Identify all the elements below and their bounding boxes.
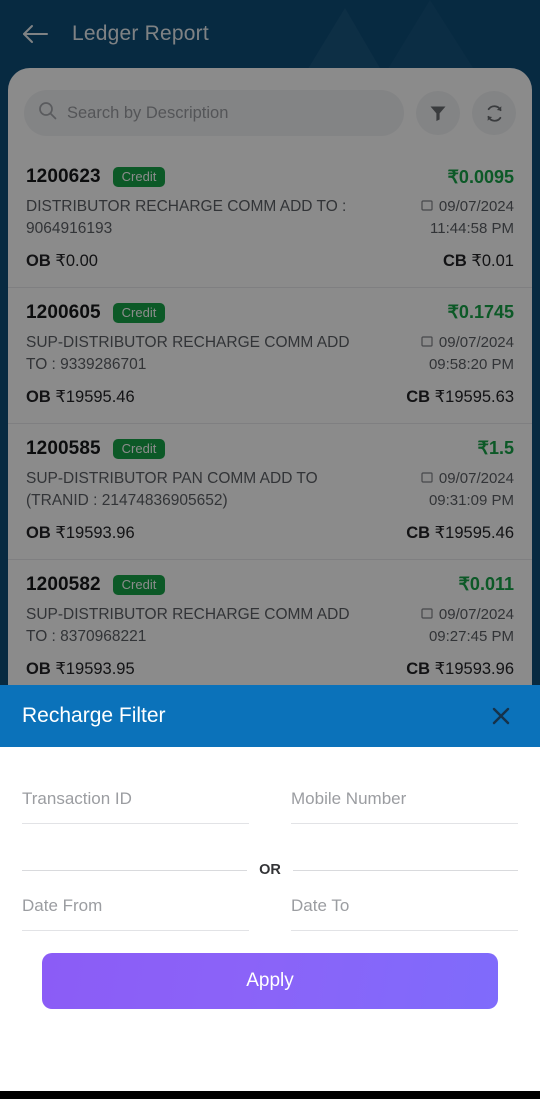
apply-button-wrap: Apply <box>22 931 518 1009</box>
field-underline <box>291 930 518 931</box>
filter-sheet-title: Recharge Filter <box>22 704 166 727</box>
date-from-field[interactable]: Date From <box>22 896 249 931</box>
close-button[interactable] <box>484 699 518 733</box>
close-icon <box>492 707 510 725</box>
transaction-id-placeholder: Transaction ID <box>22 789 132 808</box>
field-underline <box>22 823 249 824</box>
apply-button[interactable]: Apply <box>42 953 498 1009</box>
date-to-field[interactable]: Date To <box>291 896 518 931</box>
date-to-placeholder: Date To <box>291 896 350 915</box>
or-label: OR <box>259 862 281 878</box>
field-underline <box>22 930 249 931</box>
filter-row-1: Transaction ID Mobile Number <box>22 789 518 824</box>
modal-scrim[interactable] <box>0 0 540 688</box>
divider-line-right <box>292 869 518 871</box>
divider-line-left <box>22 869 248 871</box>
mobile-number-field[interactable]: Mobile Number <box>291 789 518 824</box>
or-divider: OR <box>22 862 518 878</box>
filter-sheet-header: Recharge Filter <box>0 685 540 747</box>
filter-row-2: Date From Date To <box>22 896 518 931</box>
date-from-placeholder: Date From <box>22 896 103 915</box>
filter-form: Transaction ID Mobile Number OR Date Fro… <box>0 747 540 1009</box>
field-underline <box>291 823 518 824</box>
system-navigation-bar <box>0 1091 540 1099</box>
recharge-filter-sheet: Recharge Filter Transaction ID Mobile Nu… <box>0 685 540 1099</box>
app-root: Ledger Report Search by Description 1200… <box>0 0 540 1099</box>
transaction-id-field[interactable]: Transaction ID <box>22 789 249 824</box>
mobile-number-placeholder: Mobile Number <box>291 789 407 808</box>
